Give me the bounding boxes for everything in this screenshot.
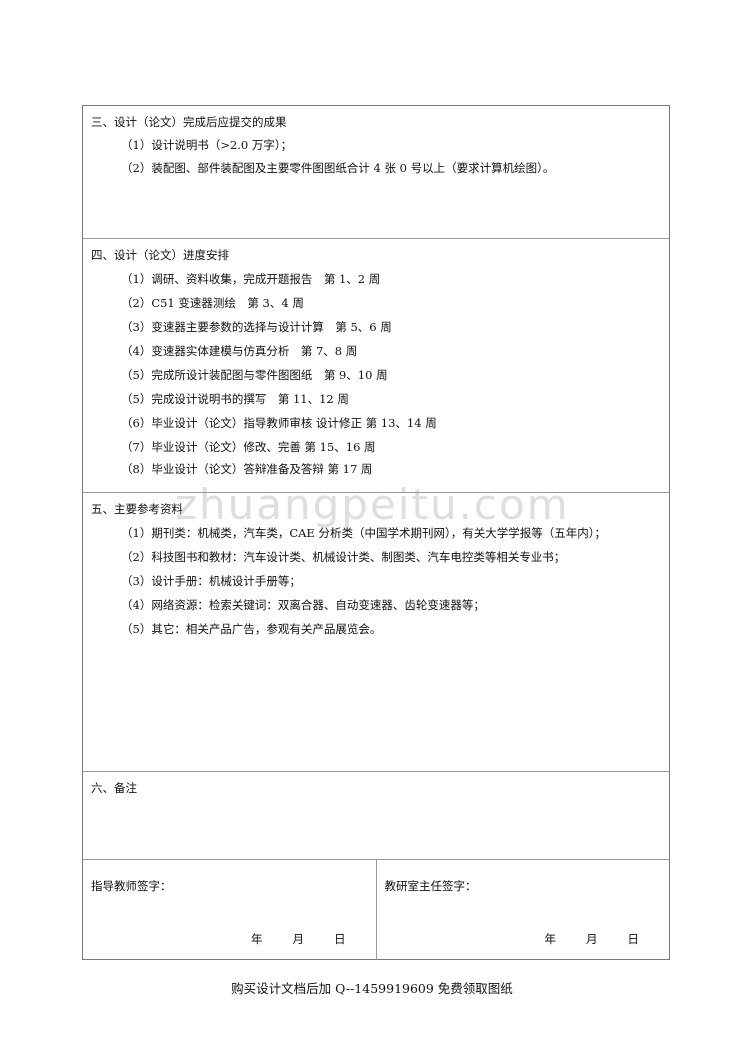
advisor-signature-cell[interactable]: 指导教师签字： 年 月 日 (83, 860, 376, 959)
month-label: 月 (292, 932, 305, 946)
list-item: （4）网络资源：检索关键词：双离合器、自动变速器、齿轮变速器等； (121, 598, 485, 612)
signature-row: 指导教师签字： 年 月 日 教研室主任签字： 年 月 日 (83, 860, 669, 959)
month-label: 月 (586, 932, 598, 946)
section-heading: 三、设计（论文）完成后应提交的成果 (91, 115, 287, 129)
list-item: （5）完成设计说明书的撰写 第 11、12 周 (121, 392, 349, 406)
list-item: （2）装配图、部件装配图及主要零件图图纸合计 4 张 0 号以上（要求计算机绘图… (121, 161, 555, 175)
director-date: 年 月 日 (545, 931, 640, 947)
year-label: 年 (544, 932, 557, 946)
year-label: 年 (251, 932, 263, 946)
section-deliverables: 三、设计（论文）完成后应提交的成果 （1）设计说明书（>2.0 万字）； （2）… (83, 106, 669, 239)
list-item: （4）变速器实体建模与仿真分析 第 7、8 周 (121, 344, 358, 358)
list-item: （2）科技图书和教材：汽车设计类、机械设计类、制图类、汽车电控类等相关专业书； (121, 550, 566, 564)
day-label: 日 (627, 932, 640, 946)
footer-note: 购买设计文档后加 Q--1459919609 免费领取图纸 (231, 981, 513, 996)
director-signature-label: 教研室主任签字： (384, 879, 477, 893)
list-item: （8）毕业设计（论文）答辩准备及答辩 第 17 周 (121, 462, 373, 476)
day-label: 日 (334, 932, 346, 946)
section-heading: 四、设计（论文）进度安排 (91, 248, 229, 262)
list-item: （1）设计说明书（>2.0 万字）； (121, 138, 293, 152)
advisor-date: 年 月 日 (251, 931, 346, 947)
list-item: （7）毕业设计（论文）修改、完善 第 15、16 周 (121, 440, 376, 454)
section-references: 五、主要参考资料 （1）期刊类：机械类，汽车类，CAE 分析类（中国学术期刊网）… (83, 493, 669, 772)
list-item: （5）完成所设计装配图与零件图图纸 第 9、10 周 (121, 368, 388, 382)
list-item: （1）调研、资料收集，完成开题报告 第 1、2 周 (121, 272, 381, 286)
section-heading: 六、备注 (91, 781, 137, 795)
list-item: （1）期刊类：机械类，汽车类，CAE 分析类（中国学术期刊网），有关大学学报等（… (121, 526, 606, 540)
section-heading: 五、主要参考资料 (91, 502, 183, 516)
task-form-table: 三、设计（论文）完成后应提交的成果 （1）设计说明书（>2.0 万字）； （2）… (82, 105, 670, 960)
section-schedule: 四、设计（论文）进度安排 （1）调研、资料收集，完成开题报告 第 1、2 周 （… (83, 239, 669, 493)
list-item: （3）设计手册：机械设计手册等； (121, 574, 301, 588)
director-signature-cell[interactable]: 教研室主任签字： 年 月 日 (375, 860, 670, 959)
section-remarks: 六、备注 (83, 772, 669, 860)
advisor-signature-label: 指导教师签字： (91, 879, 172, 893)
list-item: （6）毕业设计（论文）指导教师审核 设计修正 第 13、14 周 (121, 416, 437, 430)
list-item: （3）变速器主要参数的选择与设计计算 第 5、6 周 (121, 320, 392, 334)
list-item: （2）C51 变速器测绘 第 3、4 周 (121, 296, 304, 310)
list-item: （5）其它：相关产品广告，参观有关产品展览会。 (121, 622, 382, 636)
